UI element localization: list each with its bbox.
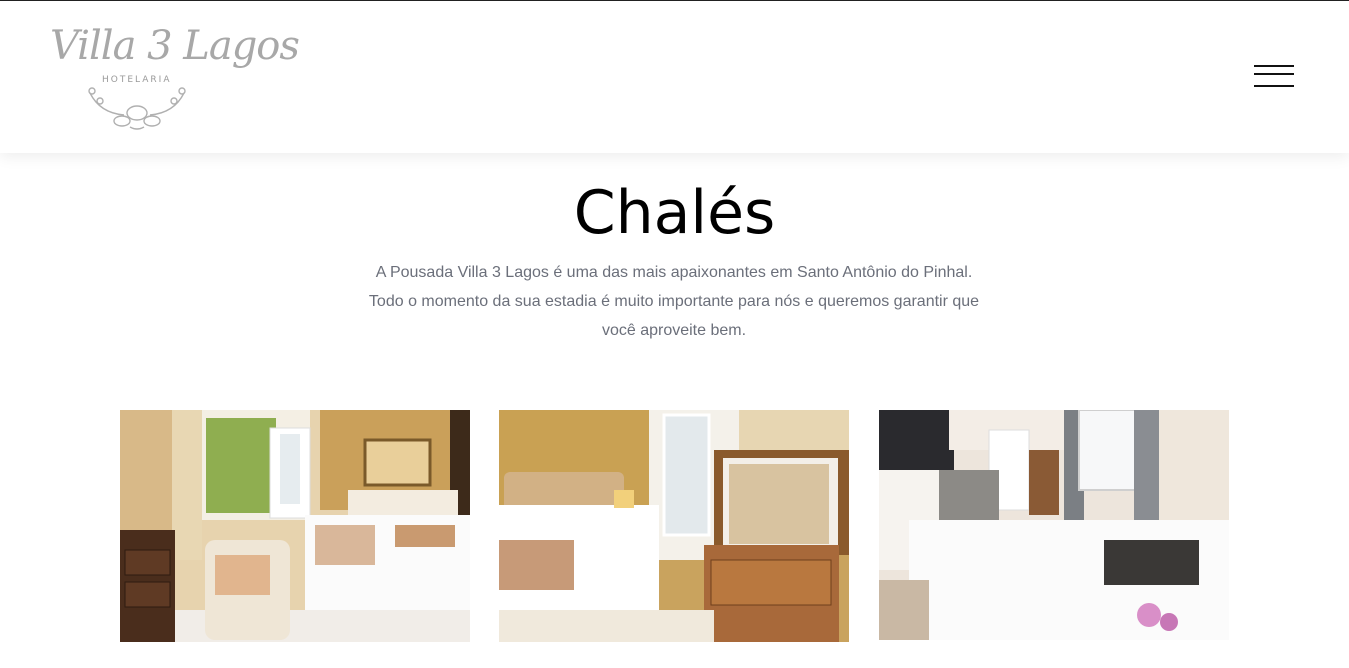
chalet-photo-2[interactable] bbox=[499, 410, 849, 642]
hamburger-menu-icon[interactable] bbox=[1254, 65, 1296, 89]
logo[interactable]: Villa 3 Lagos HOTELARIA bbox=[50, 23, 300, 133]
intro-line: você aproveite bem. bbox=[601, 322, 747, 339]
intro-line: Todo o momento da sua estadia é muito im… bbox=[368, 293, 980, 310]
menu-line bbox=[1254, 85, 1294, 87]
logo-wordmark: Villa 3 Lagos bbox=[50, 23, 300, 69]
chalet-photo-3[interactable] bbox=[879, 410, 1229, 640]
intro-line: A Pousada Villa 3 Lagos é uma das mais a… bbox=[375, 264, 973, 281]
floral-ornament-icon bbox=[88, 87, 186, 130]
menu-line bbox=[1254, 73, 1294, 75]
site-header: Villa 3 Lagos HOTELARIA bbox=[0, 1, 1349, 153]
page-title: Chalés bbox=[573, 178, 776, 248]
intro-text: A Pousada Villa 3 Lagos é uma das mais a… bbox=[324, 258, 1024, 345]
chalet-photo-1[interactable] bbox=[120, 410, 470, 642]
menu-line bbox=[1254, 65, 1294, 67]
